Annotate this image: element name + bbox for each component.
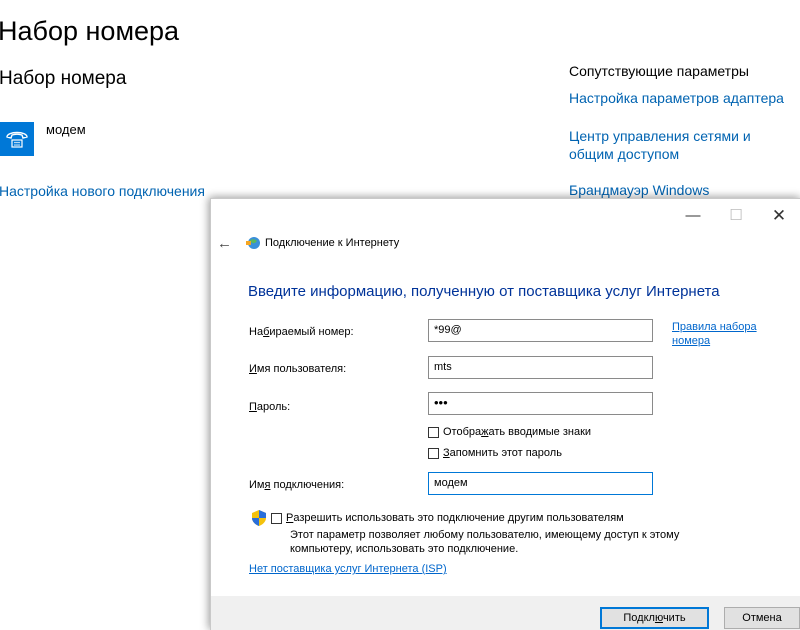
dialing-rules-link[interactable]: Правила набора номера <box>672 320 757 348</box>
dialog-title: Подключение к Интернету <box>265 237 400 249</box>
checkbox-box[interactable] <box>428 447 439 459</box>
back-arrow-icon[interactable]: ← <box>217 235 232 252</box>
username-input[interactable]: mts <box>428 356 653 379</box>
checkbox-box[interactable] <box>428 426 439 438</box>
allow-others-checkbox[interactable]: Разрешить использовать это подключение д… <box>271 512 624 524</box>
dialog-footer <box>211 596 800 630</box>
checkbox-box[interactable] <box>271 512 282 524</box>
password-label: Пароль: <box>249 401 291 413</box>
close-button[interactable]: ✕ <box>759 203 799 229</box>
allow-others-description: Этот параметр позволяет любому пользоват… <box>290 529 680 555</box>
related-settings-title: Сопутствующие параметры <box>569 63 749 79</box>
show-chars-checkbox[interactable]: Отобра ж ать вводимые знаки <box>428 426 591 438</box>
connect-button[interactable]: Подключить <box>600 607 709 629</box>
connection-name-label: Имя подключения: <box>249 479 345 491</box>
internet-connection-dialog: — ☐ ✕ ← Подключение к Интернету Введите … <box>210 198 800 630</box>
uac-shield-icon <box>252 510 266 526</box>
phone-number-input[interactable]: *99@ <box>428 319 653 342</box>
section-title: Набор номера <box>0 68 127 89</box>
minimize-button[interactable]: — <box>673 203 713 229</box>
phone-number-label: Набираемый номер: <box>249 326 354 338</box>
connection-name-input[interactable]: модем <box>428 472 653 495</box>
dialog-heading: Введите информацию, полученную от постав… <box>248 283 720 300</box>
password-input[interactable]: ••• <box>428 392 653 415</box>
page-title: Набор номера <box>0 16 180 46</box>
new-connection-link[interactable]: Настройка нового подключения <box>0 183 205 199</box>
modem-phone-icon[interactable] <box>0 122 34 156</box>
firewall-link[interactable]: Брандмауэр Windows <box>569 181 799 199</box>
network-center-link[interactable]: Центр управления сетями и общим доступом <box>569 127 799 163</box>
connection-modem-label[interactable]: модем <box>46 122 86 137</box>
adapter-settings-link[interactable]: Настройка параметров адаптера <box>569 89 799 107</box>
network-globe-icon <box>246 237 260 249</box>
maximize-button: ☐ <box>729 207 743 224</box>
remember-password-checkbox[interactable]: Запомнить этот пароль <box>428 447 562 459</box>
no-isp-link[interactable]: Нет поставщика услуг Интернета (ISP) <box>249 563 447 575</box>
username-label: Имя пользователя: <box>249 363 347 375</box>
cancel-button[interactable]: Отмена <box>724 607 800 629</box>
